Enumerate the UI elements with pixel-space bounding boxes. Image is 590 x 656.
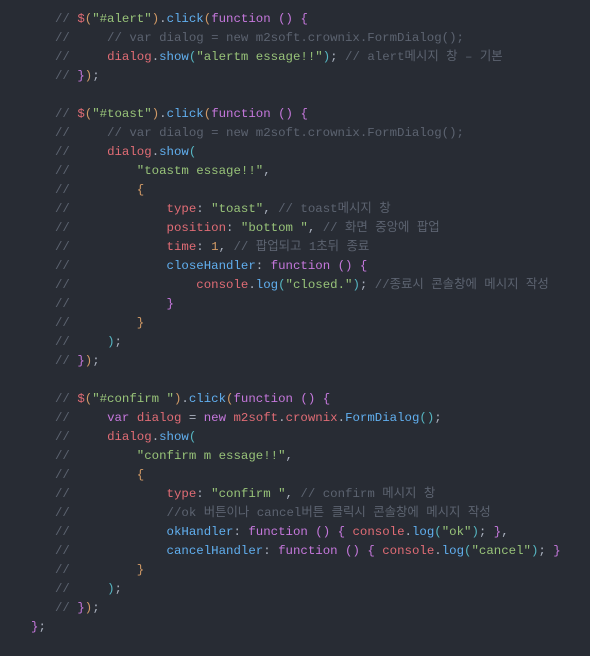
- code-line-10: // {: [55, 181, 590, 200]
- code-line-4: // });: [55, 67, 590, 86]
- code-line-29: // cancelHandler: function () { console.…: [55, 542, 590, 561]
- code-line-7: // // var dialog = new m2soft.crownix.Fo…: [55, 124, 590, 143]
- code-line-28: // okHandler: function () { console.log(…: [55, 523, 590, 542]
- code-line-3: // dialog.show("alertm essage!!"); // al…: [55, 48, 590, 67]
- code-line-8: // dialog.show(: [55, 143, 590, 162]
- code-line-9: // "toastm essage!!",: [55, 162, 590, 181]
- code-line-30: // }: [55, 561, 590, 580]
- code-line-12: // position: "bottom ", // 화면 중앙에 팝업: [55, 219, 590, 238]
- code-line-25: // {: [55, 466, 590, 485]
- code-line-15: // console.log("closed."); //종료시 콘솔창에 메시…: [55, 276, 590, 295]
- code-line-20: [55, 371, 590, 390]
- code-line-16: // }: [55, 295, 590, 314]
- code-editor: // $("#alert").click(function () { // //…: [0, 0, 590, 656]
- code-line-24: // "confirm m essage!!",: [55, 447, 590, 466]
- code-line-32: // });: [55, 599, 590, 618]
- code-line-18: // );: [55, 333, 590, 352]
- code-line-27: // //ok 버튼이나 cancel버튼 클릭시 콘솔창에 메시지 작성: [55, 504, 590, 523]
- code-line-23: // dialog.show(: [55, 428, 590, 447]
- code-line-34: [55, 637, 590, 656]
- code-line-13: // time: 1, // 팝업되고 1초뒤 종료: [55, 238, 590, 257]
- code-line-31: // );: [55, 580, 590, 599]
- code-line-1: // $("#alert").click(function () {: [55, 10, 590, 29]
- code-line-33: };: [31, 618, 590, 637]
- code-line-6: // $("#toast").click(function () {: [55, 105, 590, 124]
- code-line-14: // closeHandler: function () {: [55, 257, 590, 276]
- code-line-2: // // var dialog = new m2soft.crownix.Fo…: [55, 29, 590, 48]
- code-line-5: [55, 86, 590, 105]
- code-line-19: // });: [55, 352, 590, 371]
- code-line-22: // var dialog = new m2soft.crownix.FormD…: [55, 409, 590, 428]
- code-line-17: // }: [55, 314, 590, 333]
- code-line-21: // $("#confirm ").click(function () {: [55, 390, 590, 409]
- code-line-26: // type: "confirm ", // confirm 메시지 창: [55, 485, 590, 504]
- code-line-11: // type: "toast", // toast메시지 창: [55, 200, 590, 219]
